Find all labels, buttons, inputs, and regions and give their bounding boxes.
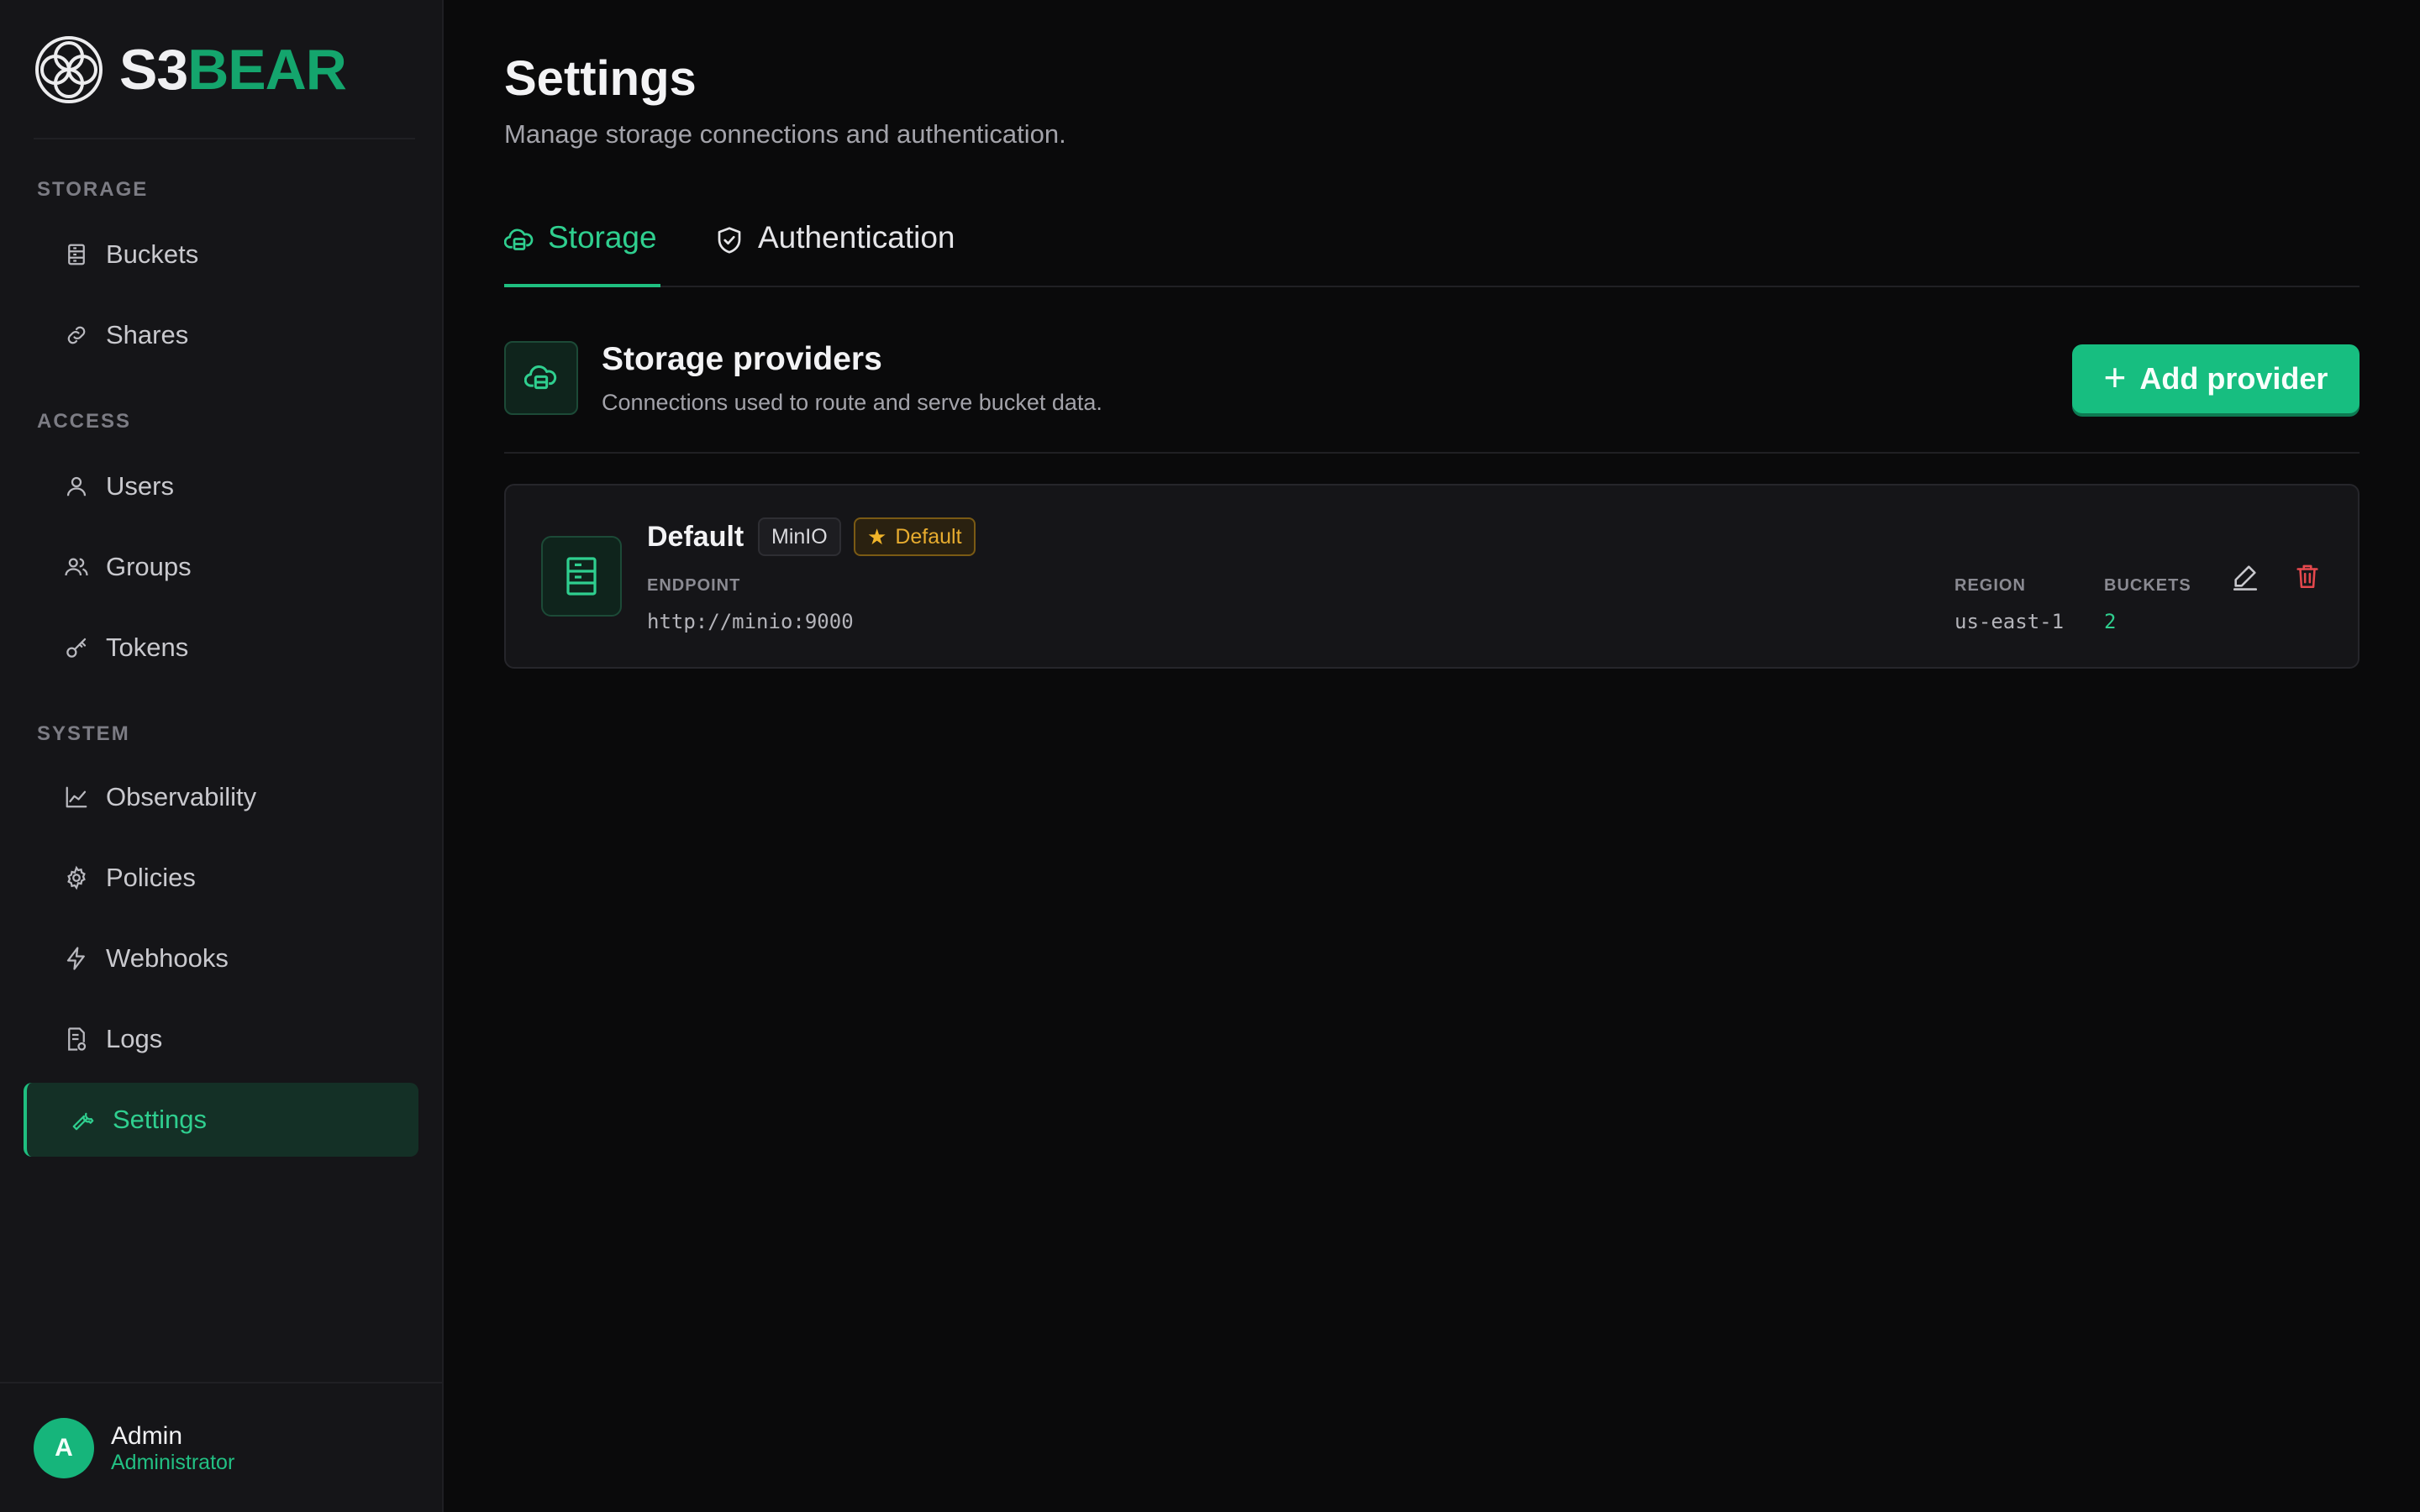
default-badge: ★ Default <box>854 517 976 556</box>
sidebar-item-label: Logs <box>106 1024 163 1053</box>
server-icon <box>541 536 622 617</box>
tab-authentication[interactable]: Authentication <box>714 210 955 287</box>
sidebar-item-label: Tokens <box>106 633 189 662</box>
tab-label: Storage <box>548 220 657 255</box>
sidebar-item-label: Settings <box>113 1105 208 1134</box>
divider <box>34 138 415 139</box>
pencil-icon <box>2233 565 2258 591</box>
tab-storage[interactable]: Storage <box>504 210 660 287</box>
storage-providers-header: Storage providers Connections used to ro… <box>504 341 2360 454</box>
provider-type-badge: MinIO <box>758 517 841 556</box>
cloud-storage-icon <box>504 225 534 255</box>
brand-name: S3BEAR <box>119 41 347 98</box>
shield-check-icon <box>714 225 744 255</box>
tab-bar: Storage Authentication <box>504 210 2360 287</box>
sidebar-item-groups[interactable]: Groups <box>24 530 418 604</box>
key-icon <box>64 635 89 660</box>
star-icon: ★ <box>867 523 887 549</box>
bolt-icon <box>64 946 89 971</box>
users-icon <box>64 554 89 580</box>
endpoint-value: http://minio:9000 <box>647 610 854 633</box>
region-value: us-east-1 <box>1954 610 2065 633</box>
gear-icon <box>64 865 89 890</box>
link-icon <box>64 323 89 348</box>
page-title: Settings <box>504 51 697 106</box>
sidebar-item-observability[interactable]: Observability <box>24 760 418 834</box>
cloud-storage-icon <box>504 341 578 415</box>
sidebar-item-label: Buckets <box>106 239 199 269</box>
edit-provider-button[interactable] <box>2228 559 2262 593</box>
add-provider-button[interactable]: + Add provider <box>2072 344 2360 413</box>
sidebar-item-buckets[interactable]: Buckets <box>24 218 418 291</box>
section-title: Storage providers <box>602 341 882 377</box>
divider <box>0 1382 442 1383</box>
sidebar-item-shares[interactable]: Shares <box>24 298 418 372</box>
add-provider-label: Add provider <box>2139 361 2328 396</box>
brand-suffix: BEAR <box>187 38 347 102</box>
user-info: Admin Administrator <box>111 1422 234 1475</box>
default-badge-label: Default <box>895 524 962 549</box>
avatar: A <box>34 1418 94 1478</box>
user-icon <box>64 474 89 499</box>
provider-card: Default MinIO ★ Default ENDPOINT http://… <box>504 484 2360 669</box>
brand-logo[interactable]: S3BEAR <box>34 32 347 108</box>
delete-provider-button[interactable] <box>2291 559 2324 593</box>
celtic-knot-logo-icon <box>35 36 103 103</box>
sidebar-item-policies[interactable]: Policies <box>24 841 418 915</box>
tab-label: Authentication <box>758 220 955 255</box>
user-profile[interactable]: A Admin Administrator <box>34 1418 234 1478</box>
sidebar-item-label: Shares <box>106 320 189 349</box>
log-icon <box>64 1026 89 1052</box>
sidebar-item-label: Groups <box>106 552 192 581</box>
sidebar-item-settings[interactable]: Settings <box>24 1083 418 1157</box>
trash-icon <box>2296 564 2318 589</box>
chart-line-icon <box>64 785 89 810</box>
nav-section-access: ACCESS <box>37 410 132 433</box>
provider-name: Default <box>647 521 744 553</box>
nav-section-storage: STORAGE <box>37 178 149 201</box>
sidebar-item-users[interactable]: Users <box>24 449 418 523</box>
sidebar-item-label: Policies <box>106 863 196 892</box>
buckets-value: 2 <box>2104 610 2117 633</box>
page-subtitle: Manage storage connections and authentic… <box>504 119 1066 149</box>
section-subtitle: Connections used to route and serve buck… <box>602 390 1102 415</box>
wrench-icon <box>71 1107 96 1132</box>
bucket-icon <box>64 242 89 267</box>
plus-icon: + <box>2103 355 2127 399</box>
sidebar-item-label: Webhooks <box>106 943 229 973</box>
sidebar-item-label: Observability <box>106 782 257 811</box>
nav-section-system: SYSTEM <box>37 722 130 745</box>
sidebar-item-tokens[interactable]: Tokens <box>24 611 418 685</box>
buckets-label: BUCKETS <box>2104 576 2191 595</box>
sidebar-item-logs[interactable]: Logs <box>24 1002 418 1076</box>
sidebar-item-webhooks[interactable]: Webhooks <box>24 921 418 995</box>
endpoint-label: ENDPOINT <box>647 576 741 595</box>
sidebar: S3BEAR STORAGE Buckets Shares ACCESS Use… <box>0 0 444 1512</box>
user-name: Admin <box>111 1421 183 1450</box>
brand-prefix: S3 <box>119 38 188 102</box>
sidebar-item-label: Users <box>106 471 174 501</box>
region-label: REGION <box>1954 576 2026 595</box>
user-role: Administrator <box>111 1450 235 1474</box>
